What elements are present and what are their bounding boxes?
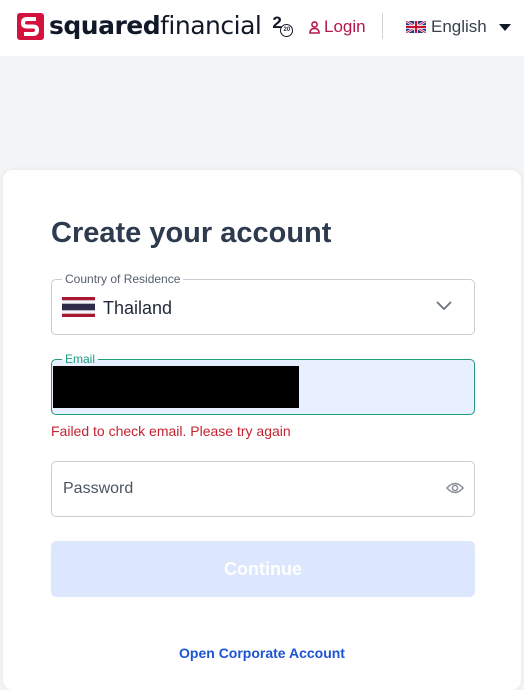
email-field[interactable]: Email [51, 352, 475, 415]
anniversary-badge-icon: 2 20 [271, 13, 295, 39]
eye-icon[interactable] [446, 481, 464, 495]
header-divider [382, 13, 383, 39]
uk-flag-icon [406, 21, 426, 33]
language-label: English [431, 17, 487, 36]
user-icon [309, 20, 320, 34]
squared-logo-icon [17, 12, 44, 40]
login-label: Login [324, 17, 366, 36]
top-header: squaredfinancial 2 20 Login English [0, 0, 524, 56]
password-input[interactable] [52, 462, 432, 516]
continue-button[interactable]: Continue [51, 541, 475, 597]
country-value: Thailand [103, 298, 173, 318]
password-field[interactable] [51, 461, 475, 517]
page-title: Create your account [51, 217, 332, 249]
brand-logo[interactable]: squaredfinancial 2 20 [17, 11, 295, 41]
caret-down-icon [498, 23, 511, 31]
country-label: Country of Residence [62, 272, 184, 286]
language-selector[interactable]: English [406, 16, 511, 38]
login-link[interactable]: Login [309, 16, 366, 38]
chevron-down-icon [436, 301, 452, 311]
brand-name: squaredfinancial [49, 11, 262, 41]
thailand-flag-icon [62, 297, 95, 317]
email-error-message: Failed to check email. Please try again [51, 423, 291, 439]
email-input[interactable] [52, 360, 474, 414]
brand-light: financial [160, 11, 262, 40]
open-corporate-account-link[interactable]: Open Corporate Account [0, 644, 524, 662]
anniversary-small: 20 [280, 24, 294, 37]
country-select[interactable]: Country of Residence Thailand [51, 272, 475, 335]
brand-bold: squared [49, 11, 161, 40]
